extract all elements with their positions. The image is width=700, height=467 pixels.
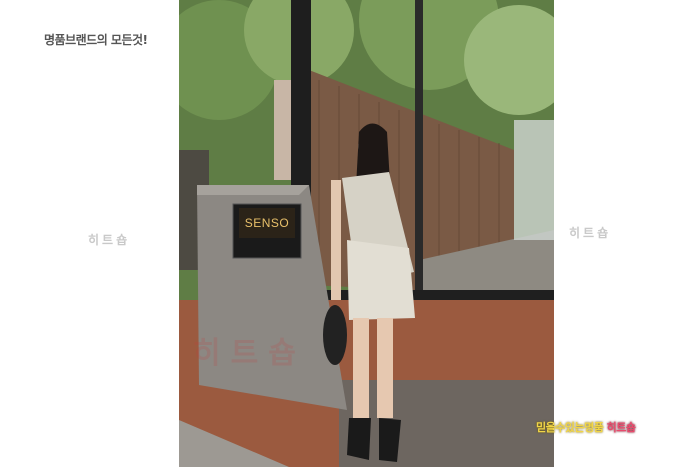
product-photo: SENSO 히트숍	[179, 0, 554, 467]
photo-overlay-watermark: 히트숍	[193, 336, 306, 371]
badge-brand: 히트숍	[606, 421, 636, 434]
side-watermark-left: 히트숍	[88, 233, 131, 247]
store-sign-text: SENSO	[244, 216, 290, 230]
tagline: 명품브랜드의 모든것!	[44, 33, 148, 47]
photo-scene	[179, 0, 554, 467]
side-watermark-right: 히트숍	[569, 226, 612, 240]
badge-slogan: 믿을수있는명품	[536, 421, 607, 434]
brand-badge: 믿을수있는명품 히트숍	[536, 419, 636, 435]
